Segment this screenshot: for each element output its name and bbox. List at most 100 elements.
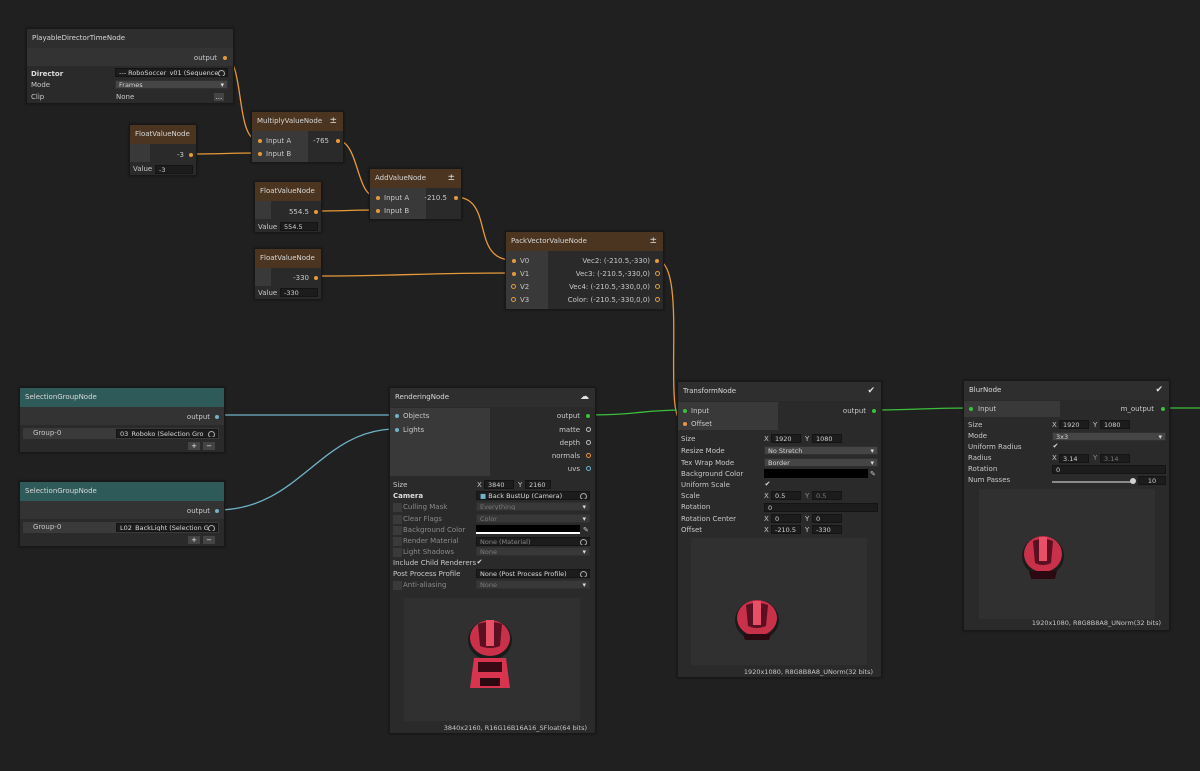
output-vec3-port[interactable] — [655, 271, 660, 276]
eyedropper-icon[interactable]: ✎ — [583, 525, 589, 536]
input-v2-port[interactable] — [511, 284, 516, 289]
culling-mask-dropdown[interactable]: Everything — [476, 502, 590, 511]
post-process-field[interactable]: None (Post Process Profile) — [476, 569, 590, 578]
group-field[interactable]: 03_Roboko (Selection Gro — [116, 429, 218, 438]
lights-port[interactable] — [395, 428, 399, 432]
output-color-port[interactable] — [655, 297, 660, 302]
value-field[interactable]: -330 — [280, 288, 318, 297]
selection-group-node-1[interactable]: SelectionGroupNode output Group-0 03_Rob… — [19, 387, 225, 453]
input-v3-port[interactable] — [511, 297, 516, 302]
num-passes-slider[interactable] — [1052, 481, 1134, 483]
float-value-node-1[interactable]: FloatValueNode -3 Value -3 — [129, 124, 197, 176]
size-x-field[interactable]: 1920 — [1059, 420, 1089, 429]
background-color-checkbox[interactable] — [393, 526, 402, 535]
clip-picker-button[interactable]: ... — [213, 92, 225, 102]
eyedropper-icon[interactable]: ✎ — [870, 469, 876, 480]
output-port[interactable] — [1161, 407, 1165, 411]
input-a-port[interactable] — [258, 139, 262, 143]
director-field[interactable]: --- RoboSoccer_v01 (Sequence — [115, 68, 228, 77]
input-port[interactable] — [969, 407, 973, 411]
radius-x-field[interactable]: 3.14 — [1059, 454, 1089, 463]
anti-aliasing-dropdown[interactable]: None — [476, 580, 590, 589]
render-material-field[interactable]: None (Material) — [476, 537, 590, 546]
output-port[interactable] — [586, 414, 590, 418]
output-port[interactable] — [454, 196, 458, 200]
size-y-field[interactable]: 1080 — [812, 434, 842, 443]
culling-mask-checkbox[interactable] — [393, 503, 402, 512]
multiply-value-node[interactable]: MultiplyValueNode ± Input A Input B -765 — [251, 111, 344, 163]
target-icon[interactable] — [208, 525, 215, 531]
anti-aliasing-checkbox[interactable] — [393, 581, 402, 590]
rendering-node[interactable]: RenderingNode ☁ Objects Lights output mat… — [389, 387, 596, 734]
target-icon[interactable] — [580, 493, 587, 499]
output-port[interactable] — [314, 276, 318, 280]
plus-minus-icon[interactable]: ± — [329, 112, 337, 131]
size-x-field[interactable]: 3840 — [484, 480, 514, 489]
input-port[interactable] — [683, 409, 687, 413]
radius-y-field[interactable]: 3.14 — [1100, 454, 1130, 463]
offset-x-field[interactable]: -210.5 — [771, 525, 801, 534]
camera-field[interactable]: ■ Back BustUp (Camera) — [476, 491, 590, 500]
matte-port[interactable] — [586, 427, 591, 432]
rotation-field[interactable]: 0 — [1052, 465, 1166, 474]
remove-group-button[interactable]: − — [202, 441, 216, 451]
remove-group-button[interactable]: − — [202, 535, 216, 545]
mode-dropdown[interactable]: Frames — [115, 80, 228, 89]
float-value-node-2[interactable]: FloatValueNode 554.5 Value 554.5 — [254, 181, 322, 233]
target-icon[interactable] — [218, 70, 225, 76]
target-icon[interactable] — [208, 431, 215, 437]
output-vec4-port[interactable] — [655, 284, 660, 289]
output-port[interactable] — [872, 409, 876, 413]
tex-wrap-dropdown[interactable]: Border — [764, 458, 878, 467]
num-passes-field[interactable]: 10 — [1138, 476, 1166, 485]
checkmark-icon[interactable]: ✔ — [867, 382, 875, 401]
plus-minus-icon[interactable]: ± — [447, 169, 455, 188]
add-group-button[interactable]: + — [187, 441, 201, 451]
rot-center-x-field[interactable]: 0 — [771, 514, 801, 523]
background-color-swatch[interactable] — [476, 525, 580, 534]
depth-port[interactable] — [586, 440, 591, 445]
render-material-checkbox[interactable] — [393, 537, 402, 546]
plus-minus-icon[interactable]: ± — [649, 232, 657, 251]
num-passes-slider-handle[interactable] — [1130, 478, 1136, 484]
background-color-swatch[interactable] — [764, 469, 868, 478]
scale-y-field[interactable]: 0.5 — [812, 491, 842, 500]
uniform-scale-checkbox[interactable]: ✔ — [764, 481, 771, 488]
value-field[interactable]: 554.5 — [280, 222, 318, 231]
input-b-port[interactable] — [376, 209, 380, 213]
size-x-field[interactable]: 1920 — [771, 434, 801, 443]
target-icon[interactable] — [580, 571, 587, 577]
size-y-field[interactable]: 2160 — [525, 480, 551, 489]
uvs-port[interactable] — [586, 466, 591, 471]
output-port[interactable] — [215, 415, 219, 419]
output-port[interactable] — [336, 139, 340, 143]
input-b-port[interactable] — [258, 152, 262, 156]
input-v0-port[interactable] — [512, 259, 516, 263]
light-shadows-dropdown[interactable]: None — [476, 547, 590, 556]
scale-x-field[interactable]: 0.5 — [771, 491, 801, 500]
output-port[interactable] — [189, 153, 193, 157]
offset-y-field[interactable]: -330 — [812, 525, 842, 534]
size-y-field[interactable]: 1080 — [1100, 420, 1130, 429]
light-shadows-checkbox[interactable] — [393, 548, 402, 557]
blur-node[interactable]: BlurNode ✔ Input m_output Size X 1920 Y 1… — [963, 380, 1170, 631]
float-value-node-3[interactable]: FloatValueNode -330 Value -330 — [254, 248, 322, 300]
resize-mode-dropdown[interactable]: No Stretch — [764, 446, 878, 455]
output-port[interactable] — [215, 509, 219, 513]
transform-node[interactable]: TransformNode ✔ Input Offset output Size … — [677, 381, 882, 678]
selection-group-node-2[interactable]: SelectionGroupNode output Group-0 L02_Ba… — [19, 481, 225, 547]
clear-flags-checkbox[interactable] — [393, 515, 402, 524]
output-vec2-port[interactable] — [655, 259, 659, 263]
playable-director-time-node[interactable]: PlayableDirectorTimeNode output Director… — [26, 28, 234, 104]
objects-port[interactable] — [395, 414, 399, 418]
checkmark-icon[interactable]: ✔ — [1155, 381, 1163, 400]
output-port[interactable] — [223, 56, 227, 60]
uniform-radius-checkbox[interactable]: ✔ — [1052, 443, 1059, 450]
input-a-port[interactable] — [376, 196, 380, 200]
rot-center-y-field[interactable]: 0 — [812, 514, 842, 523]
value-field[interactable]: -3 — [155, 165, 193, 174]
normals-port[interactable] — [586, 453, 591, 458]
mode-dropdown[interactable]: 3x3 — [1052, 432, 1166, 441]
output-port[interactable] — [314, 210, 318, 214]
rotation-field[interactable]: 0 — [764, 503, 878, 512]
